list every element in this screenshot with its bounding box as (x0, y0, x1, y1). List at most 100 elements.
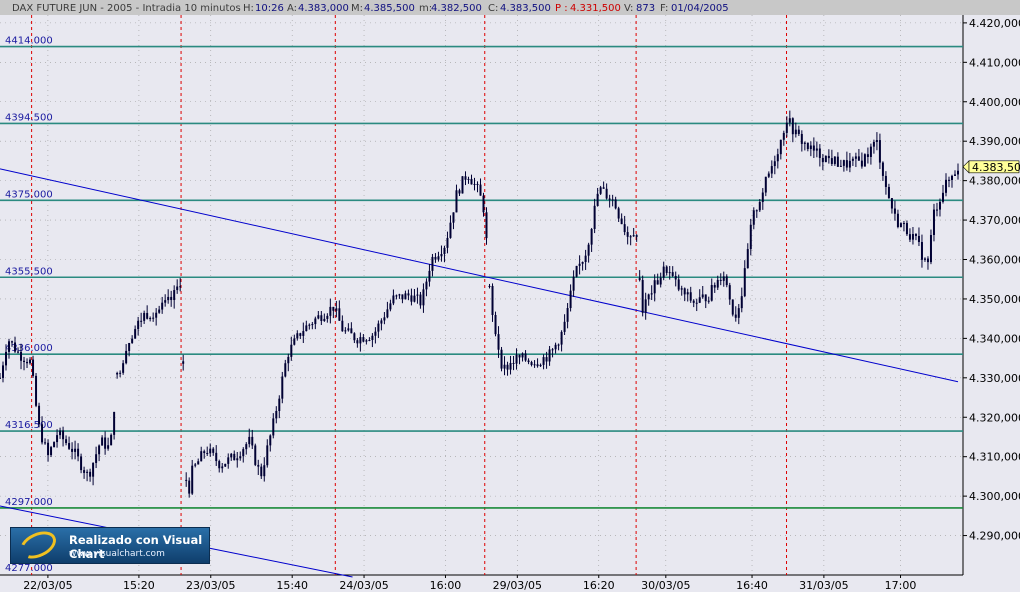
candle-body (545, 357, 548, 362)
candle-body (167, 296, 170, 301)
candle-body (836, 156, 839, 167)
candle-body (155, 312, 158, 318)
candle-body (773, 161, 776, 167)
candle-body (449, 222, 452, 238)
candle-body (221, 466, 224, 469)
candle-body (104, 437, 107, 449)
candle-body (473, 183, 476, 185)
candle-body (200, 451, 203, 462)
candle-body (866, 154, 869, 157)
candle-body (425, 281, 428, 290)
candle-body (386, 309, 389, 318)
candle-body (182, 361, 185, 364)
candle-body (794, 129, 797, 135)
candle-body (632, 235, 635, 237)
header-m-value: 4.385,500 (364, 3, 415, 14)
candle-body (614, 199, 617, 209)
candle-body (575, 265, 578, 277)
candle-body (893, 208, 896, 214)
header-h-value: 10:26 (255, 3, 284, 14)
candle-body (407, 293, 410, 296)
candle-body (590, 228, 593, 245)
candle-body (191, 465, 194, 494)
candle-body (704, 294, 707, 302)
header-p-label: P : (555, 3, 568, 14)
candle-body (389, 303, 392, 310)
candle-body (47, 442, 50, 456)
candle-body (722, 276, 725, 281)
header-f-label: F: (660, 3, 668, 14)
candle-body (779, 139, 782, 155)
x-tick-label: 16:00 (430, 579, 462, 592)
price-chart: DAX FUTURE JUN - 2005 - Intradia 10 minu… (0, 0, 1020, 592)
candle-body (98, 445, 101, 455)
candle-body (806, 142, 809, 150)
candle-body (476, 183, 479, 185)
candle-body (149, 318, 152, 320)
candle-body (533, 364, 536, 366)
candle-body (626, 232, 629, 237)
candle-body (341, 320, 344, 332)
candle-body (83, 470, 86, 473)
candle-body (785, 122, 788, 133)
plot-area (0, 15, 963, 575)
candle-body (707, 300, 710, 302)
candle-body (887, 186, 890, 199)
candle-body (647, 294, 650, 300)
candle-body (851, 158, 854, 161)
candle-body (608, 198, 611, 200)
candle-body (515, 354, 518, 364)
candle-body (524, 353, 527, 361)
candle-body (146, 312, 149, 319)
candle-body (443, 247, 446, 255)
candle-body (86, 471, 89, 473)
x-tick-label: 23/03/05 (186, 579, 235, 592)
candle-body (5, 351, 8, 366)
candle-body (788, 118, 791, 123)
candle-body (902, 223, 905, 225)
candle-body (404, 293, 407, 300)
candle-body (725, 276, 728, 286)
candle-body (668, 272, 671, 274)
candle-body (716, 279, 719, 288)
candle-body (305, 325, 308, 332)
candle-body (791, 118, 794, 135)
candle-body (548, 349, 551, 362)
candle-body (272, 418, 275, 436)
candle-body (605, 188, 608, 199)
candle-body (662, 266, 665, 278)
candle-body (371, 335, 374, 340)
candle-body (761, 192, 764, 203)
candle-body (554, 344, 557, 350)
candle-body (254, 445, 257, 465)
candle-body (224, 463, 227, 467)
candle-body (437, 256, 440, 260)
header-instrument: DAX FUTURE JUN - 2005 - Intradia 10 minu… (12, 3, 241, 14)
candle-body (494, 314, 497, 335)
candle-body (680, 288, 683, 290)
candle-body (737, 308, 740, 318)
candle-body (569, 290, 572, 309)
candle-body (269, 435, 272, 446)
candle-body (257, 464, 260, 467)
candle-body (266, 445, 269, 466)
level-label: 4277.000 (5, 563, 53, 574)
candle-body (161, 302, 164, 310)
candle-body (413, 295, 416, 302)
x-tick-label: 30/03/05 (641, 579, 690, 592)
candle-body (713, 285, 716, 288)
candle-body (410, 295, 413, 302)
candle-body (89, 471, 92, 477)
header-mn-value: 4.382,500 (431, 3, 482, 14)
candle-body (101, 437, 104, 446)
x-tick-label: 31/03/05 (799, 579, 848, 592)
candle-body (290, 344, 293, 357)
x-tick-label: 16:20 (583, 579, 615, 592)
header-v-value: 873 (636, 3, 655, 14)
candle-body (938, 201, 941, 210)
candle-body (2, 365, 5, 378)
candle-body (899, 223, 902, 227)
candle-body (854, 156, 857, 159)
candle-body (359, 337, 362, 344)
candle-body (929, 235, 932, 263)
